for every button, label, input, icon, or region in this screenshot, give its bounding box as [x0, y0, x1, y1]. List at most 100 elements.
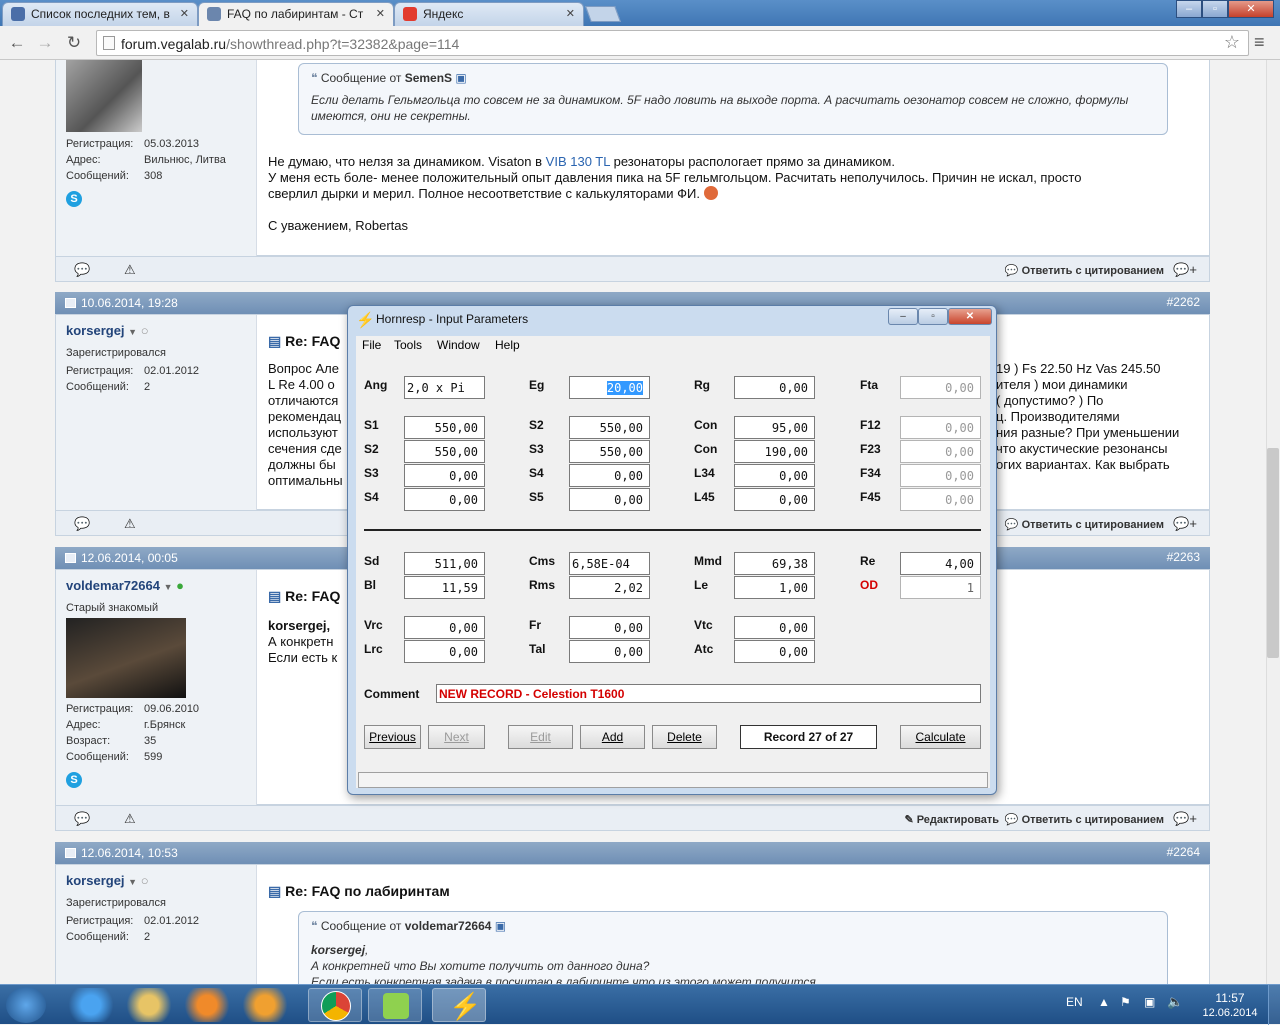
field-f34[interactable]: 0,00 — [900, 464, 981, 487]
field-s2-right[interactable]: 550,00 — [569, 416, 650, 439]
menu-file[interactable]: File — [362, 338, 381, 352]
field-fta[interactable]: 0,00 — [900, 376, 981, 399]
show-desktop-button[interactable] — [1268, 985, 1280, 1025]
tab-yandex[interactable]: Яндекс ✕ — [394, 2, 584, 26]
clock-time[interactable]: 11:57 — [1200, 991, 1260, 1005]
skype-icon[interactable]: S — [66, 191, 82, 207]
field-tal[interactable]: 0,00 — [569, 640, 650, 663]
dialog-close-button[interactable]: ✕ — [948, 308, 992, 325]
field-l45[interactable]: 0,00 — [734, 488, 815, 511]
post-number[interactable]: #2263 — [1167, 550, 1200, 564]
close-window-button[interactable]: ✕ — [1228, 0, 1274, 18]
report-icon[interactable]: ⚠ — [124, 811, 136, 827]
maximize-button[interactable]: ▫ — [1202, 0, 1228, 18]
comment-icon[interactable]: 💬 — [74, 262, 90, 278]
previous-button[interactable]: Previous — [364, 725, 421, 749]
comment-field[interactable]: NEW RECORD - Celestion T1600 — [436, 684, 981, 703]
field-mmd[interactable]: 69,38 — [734, 552, 815, 575]
calculate-button[interactable]: Calculate — [900, 725, 981, 749]
field-l34[interactable]: 0,00 — [734, 464, 815, 487]
field-f45[interactable]: 0,00 — [900, 488, 981, 511]
field-vtc[interactable]: 0,00 — [734, 616, 815, 639]
close-icon[interactable]: ✕ — [566, 7, 575, 20]
field-cms[interactable]: 6,58E-04 — [569, 552, 650, 575]
reply-quote-button[interactable]: 💬 Ответить с цитированием — [1005, 264, 1164, 277]
tab-faq[interactable]: FAQ по лабиринтам - Ст ✕ — [198, 2, 394, 26]
edit-post-button[interactable]: ✎ Редактировать — [904, 813, 999, 826]
comment-icon[interactable]: 💬 — [74, 811, 90, 827]
new-tab-button[interactable] — [585, 6, 621, 22]
label-od[interactable]: OD — [860, 578, 878, 592]
network-icon[interactable]: ▣ — [1144, 995, 1155, 1009]
field-s2[interactable]: 550,00 — [404, 440, 485, 463]
field-s1[interactable]: 550,00 — [404, 416, 485, 439]
tab-recent-topics[interactable]: Список последних тем, в ✕ — [2, 2, 198, 26]
language-indicator[interactable]: EN — [1066, 995, 1083, 1009]
post-number[interactable]: #2264 — [1167, 845, 1200, 859]
comment-icon[interactable]: 💬 — [74, 516, 90, 532]
volume-icon[interactable]: 🔈 — [1167, 994, 1183, 1010]
delete-button[interactable]: Delete — [652, 725, 717, 749]
tray-up-icon[interactable]: ▲ — [1098, 995, 1110, 1009]
field-od[interactable]: 1 — [900, 576, 981, 599]
field-s3[interactable]: 0,00 — [404, 464, 485, 487]
reply-quote-button[interactable]: 💬 Ответить с цитированием — [1005, 813, 1164, 826]
field-ang[interactable]: 2,0 x Pi — [404, 376, 485, 399]
vib-link[interactable]: VIB 130 TL — [546, 154, 610, 169]
media-player-icon[interactable] — [238, 988, 292, 1022]
field-rms[interactable]: 2,02 — [569, 576, 650, 599]
field-s4-right[interactable]: 0,00 — [569, 464, 650, 487]
field-f23[interactable]: 0,00 — [900, 440, 981, 463]
username[interactable]: voldemar72664 ▼ ● — [66, 578, 184, 593]
field-s5[interactable]: 0,00 — [569, 488, 650, 511]
dialog-minimize-button[interactable]: – — [888, 308, 918, 325]
report-icon[interactable]: ⚠ — [124, 516, 136, 532]
back-icon[interactable]: ← — [6, 33, 28, 53]
chrome-icon[interactable] — [308, 988, 362, 1022]
field-le[interactable]: 1,00 — [734, 576, 815, 599]
firefox-icon[interactable] — [180, 988, 234, 1022]
app-icon[interactable] — [368, 988, 422, 1022]
edit-button[interactable]: Edit — [508, 725, 573, 749]
post-number[interactable]: #2262 — [1167, 295, 1200, 309]
field-atc[interactable]: 0,00 — [734, 640, 815, 663]
username[interactable]: korsergej ▼ ○ — [66, 873, 149, 888]
field-vrc[interactable]: 0,00 — [404, 616, 485, 639]
field-eg[interactable]: 20,00 — [569, 376, 650, 399]
multi-quote-icon[interactable]: 💬+ — [1173, 811, 1197, 827]
multi-quote-icon[interactable]: 💬+ — [1173, 262, 1197, 278]
menu-window[interactable]: Window — [437, 338, 480, 352]
report-icon[interactable]: ⚠ — [124, 262, 136, 278]
bookmark-star-icon[interactable]: ☆ — [1224, 32, 1240, 53]
field-s3-right[interactable]: 550,00 — [569, 440, 650, 463]
add-button[interactable]: Add — [580, 725, 645, 749]
menu-icon[interactable]: ≡ — [1254, 32, 1265, 53]
field-rg[interactable]: 0,00 — [734, 376, 815, 399]
forward-icon[interactable]: → — [34, 33, 56, 53]
address-bar[interactable]: forum.vegalab.ru/showthread.php?t=32382&… — [96, 30, 1249, 56]
start-button[interactable] — [6, 987, 46, 1023]
hornresp-taskbar-icon[interactable]: ⚡ — [432, 988, 486, 1022]
field-re[interactable]: 4,00 — [900, 552, 981, 575]
dialog-maximize-button[interactable]: ▫ — [918, 308, 948, 325]
field-con1[interactable]: 95,00 — [734, 416, 815, 439]
username[interactable]: korsergej ▼ ○ — [66, 323, 149, 338]
field-bl[interactable]: 11,59 — [404, 576, 485, 599]
reply-quote-button[interactable]: 💬 Ответить с цитированием — [1005, 518, 1164, 531]
field-con2[interactable]: 190,00 — [734, 440, 815, 463]
field-sd[interactable]: 511,00 — [404, 552, 485, 575]
field-fr[interactable]: 0,00 — [569, 616, 650, 639]
next-button[interactable]: Next — [428, 725, 485, 749]
close-icon[interactable]: ✕ — [180, 7, 189, 20]
flag-icon[interactable]: ⚑ — [1120, 995, 1131, 1009]
clock-date[interactable]: 12.06.2014 — [1196, 1007, 1264, 1019]
ie-icon[interactable] — [64, 988, 118, 1022]
field-lrc[interactable]: 0,00 — [404, 640, 485, 663]
multi-quote-icon[interactable]: 💬+ — [1173, 516, 1197, 532]
scrollbar-thumb[interactable] — [1267, 448, 1279, 658]
menu-tools[interactable]: Tools — [394, 338, 422, 352]
skype-icon[interactable]: S — [66, 772, 82, 788]
minimize-button[interactable]: – — [1176, 0, 1202, 18]
field-f12[interactable]: 0,00 — [900, 416, 981, 439]
menu-help[interactable]: Help — [495, 338, 520, 352]
